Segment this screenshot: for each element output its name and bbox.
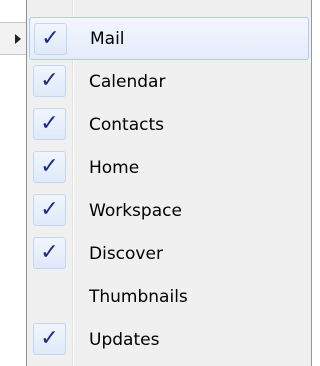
menu-item-calendar[interactable]: ✓ Calendar: [29, 60, 309, 103]
menu-item-label: Home: [89, 157, 140, 178]
checkmark-icon: ✓: [33, 323, 66, 355]
checkmark-icon: ✓: [34, 23, 67, 55]
menu-item-contacts[interactable]: ✓ Contacts: [29, 103, 309, 146]
parent-menu-spacer: [0, 0, 26, 22]
menu-item-label: Contacts: [89, 114, 164, 135]
menu-item-discover[interactable]: ✓ Discover: [29, 232, 309, 275]
checkmark-icon: ✓: [33, 237, 66, 269]
menu-item-thumbnails[interactable]: ✓ Thumbnails: [29, 275, 309, 318]
submenu: ✓ Mail ✓ Calendar ✓ Contacts ✓ Home ✓ Wo…: [26, 0, 312, 366]
menu-item-home[interactable]: ✓ Home: [29, 146, 309, 189]
menu-item-label: Calendar: [89, 71, 166, 92]
screen: ✓ Mail ✓ Calendar ✓ Contacts ✓ Home ✓ Wo…: [0, 0, 312, 366]
menu-item-label: Mail: [90, 28, 125, 49]
parent-menu: [0, 0, 26, 366]
menu-items: ✓ Mail ✓ Calendar ✓ Contacts ✓ Home ✓ Wo…: [29, 17, 309, 361]
parent-menu-item[interactable]: [0, 22, 26, 55]
checkmark-icon: ✓: [33, 65, 66, 97]
checkmark-icon: ✓: [33, 151, 66, 183]
menu-item-updates[interactable]: ✓ Updates: [29, 318, 309, 361]
menu-item-mail[interactable]: ✓ Mail: [29, 17, 309, 60]
menu-item-label: Discover: [89, 243, 163, 264]
menu-item-label: Workspace: [89, 200, 182, 221]
checkmark-icon: ✓: [33, 108, 66, 140]
menu-item-label: Updates: [89, 329, 160, 350]
menu-item-label: Thumbnails: [89, 286, 188, 307]
checkmark-icon: ✓: [33, 194, 66, 226]
chevron-right-icon: [15, 34, 21, 44]
menu-item-workspace[interactable]: ✓ Workspace: [29, 189, 309, 232]
